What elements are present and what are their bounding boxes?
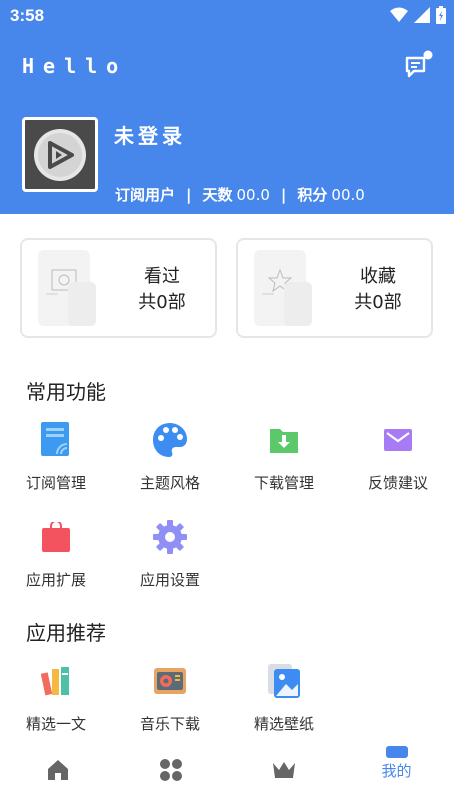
download-management-item[interactable]: 下载管理 xyxy=(234,420,334,493)
favorites-card[interactable]: 收藏 共0部 xyxy=(236,238,433,338)
history-illustration-secondary xyxy=(68,282,96,326)
featured-wallpaper-item[interactable]: 精选壁纸 xyxy=(234,661,334,734)
download-folder-icon xyxy=(270,429,298,453)
nav-apps[interactable] xyxy=(114,744,227,807)
theme-label: 主题风格 xyxy=(139,474,200,492)
featured-article-item[interactable]: 精选一文 xyxy=(6,661,106,734)
feedback-label: 反馈建议 xyxy=(367,474,428,492)
status-icons xyxy=(390,6,446,24)
nav-vip[interactable] xyxy=(227,744,340,807)
music-download-item[interactable]: 音乐下载 xyxy=(120,661,220,734)
play-logo-icon xyxy=(34,128,86,181)
nav-profile[interactable]: 我的 xyxy=(340,744,453,807)
download-label: 下载管理 xyxy=(253,474,314,492)
feedback-item[interactable]: 反馈建议 xyxy=(348,420,448,493)
palette-icon xyxy=(153,423,187,457)
wifi-icon xyxy=(390,7,408,22)
subscription-management-item[interactable]: 订阅管理 xyxy=(6,420,106,493)
featured-article-label: 精选一文 xyxy=(25,715,86,733)
extension-label: 应用扩展 xyxy=(25,571,86,589)
radio-icon xyxy=(154,668,186,694)
bottom-navigation: 我的 xyxy=(0,744,454,807)
app-recommend-title: 应用推荐 xyxy=(26,621,106,645)
points-value: 00.0 xyxy=(331,185,365,204)
watched-title: 看过 xyxy=(144,266,180,287)
favorites-count: 共0部 xyxy=(354,292,402,313)
theme-style-item[interactable]: 主题风格 xyxy=(120,420,220,493)
music-download-label: 音乐下载 xyxy=(139,715,200,733)
watched-count: 共0部 xyxy=(138,292,186,313)
profile-header: 3:58 Hello 未登录 订阅用户 | 天数 00.0 | 积分 00.0 xyxy=(0,0,454,214)
common-functions-title: 常用功能 xyxy=(26,380,106,404)
days-value: 00.0 xyxy=(236,185,270,204)
apps-icon xyxy=(159,759,182,781)
subscription-icon xyxy=(41,422,69,456)
app-title: Hello xyxy=(22,54,128,78)
home-icon xyxy=(47,760,68,780)
user-stats: 订阅用户 | 天数 00.0 | 积分 00.0 xyxy=(115,184,365,205)
settings-label: 应用设置 xyxy=(139,571,200,589)
nav-home[interactable] xyxy=(1,744,114,807)
avatar[interactable] xyxy=(22,117,98,192)
books-icon xyxy=(40,667,69,696)
favorites-title: 收藏 xyxy=(360,266,396,287)
stats-divider: | xyxy=(186,185,192,204)
status-time: 3:58 xyxy=(10,6,45,25)
chat-bubble-icon xyxy=(405,50,433,78)
stats-divider: | xyxy=(280,185,287,204)
username[interactable]: 未登录 xyxy=(114,120,186,149)
watched-card[interactable]: 看过 共0部 xyxy=(20,238,217,338)
featured-wallpaper-label: 精选壁纸 xyxy=(253,715,314,733)
subscription-label: 订阅管理 xyxy=(25,474,86,492)
nav-profile-label: 我的 xyxy=(381,762,412,780)
wallpaper-icon xyxy=(268,664,300,698)
app-extension-item[interactable]: 应用扩展 xyxy=(6,517,106,590)
gear-icon xyxy=(153,520,187,554)
mail-icon xyxy=(384,429,412,451)
messages-button[interactable] xyxy=(404,50,434,80)
signal-icon xyxy=(414,7,430,23)
shopping-bag-icon xyxy=(42,522,70,552)
crown-icon xyxy=(272,762,295,778)
battery-icon xyxy=(436,6,446,24)
favorites-illustration-secondary xyxy=(284,282,312,326)
app-settings-item[interactable]: 应用设置 xyxy=(120,517,220,590)
profile-icon xyxy=(385,746,408,758)
status-bar: 3:58 xyxy=(0,0,454,32)
points-label: 积分 xyxy=(297,186,328,204)
days-label: 天数 xyxy=(202,186,233,204)
user-type: 订阅用户 xyxy=(115,186,176,204)
